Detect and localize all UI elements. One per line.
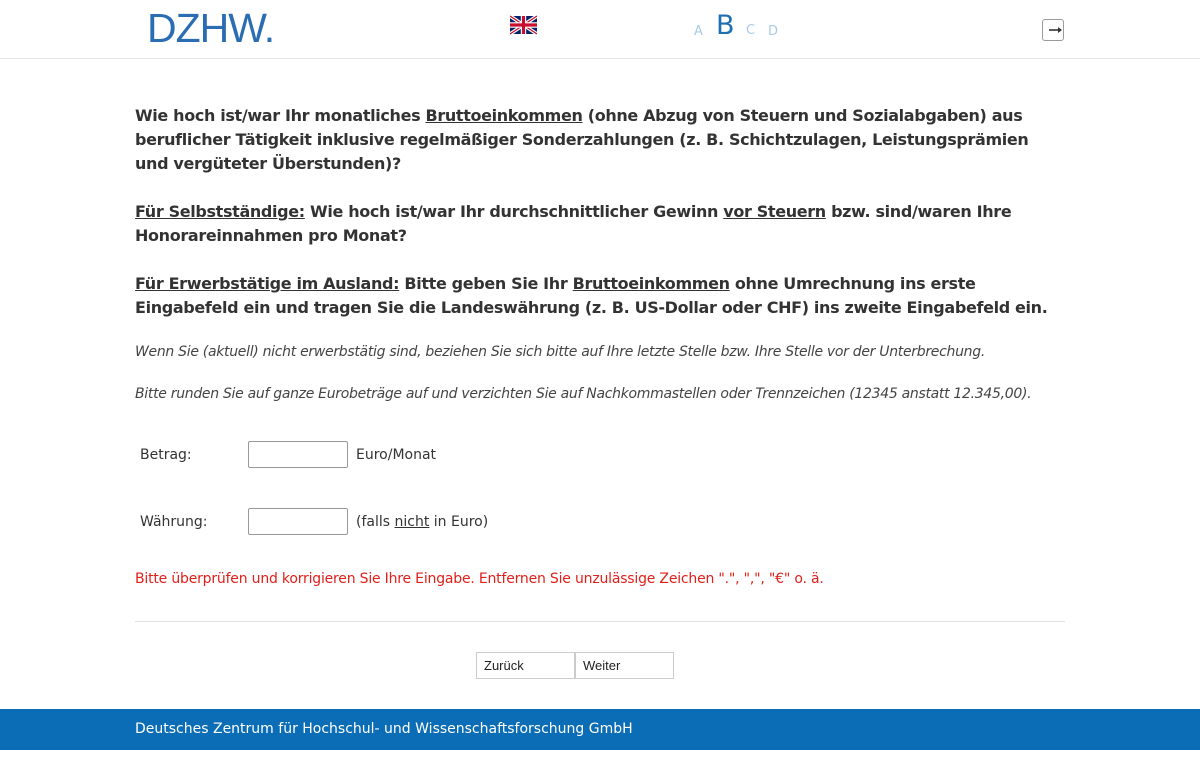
currency-unit: (falls nicht in Euro) — [356, 514, 489, 530]
amount-input[interactable] — [248, 441, 348, 468]
page-header: DZHW. A B C D — [0, 0, 1200, 59]
underlined-term: Bruttoeinkommen — [425, 106, 583, 125]
progress-step-d: D — [768, 24, 779, 39]
question-block: Wie hoch ist/war Ihr monatliches Bruttoe… — [135, 104, 1065, 404]
amount-row: Betrag: Euro/Monat — [140, 441, 540, 469]
question-self-employed: Für Selbstständige: Wie hoch ist/war Ihr… — [135, 202, 1012, 245]
progress-step-c: C — [746, 23, 756, 38]
validation-error-message: Bitte überprüfen und korrigieren Sie Ihr… — [135, 571, 824, 587]
currency-row: Währung: (falls nicht in Euro) — [140, 508, 540, 536]
divider — [135, 621, 1065, 622]
currency-label: Währung: — [140, 514, 208, 530]
footer-text: Deutsches Zentrum für Hochschul- und Wis… — [135, 721, 633, 737]
progress-step-b-current: B — [716, 10, 735, 41]
progress-step-a: A — [694, 24, 703, 39]
logout-icon — [1049, 27, 1062, 33]
note-not-employed: Wenn Sie (aktuell) nicht erwerbstätig si… — [135, 344, 985, 360]
back-button[interactable]: Zurück — [476, 652, 575, 679]
uk-flag-icon[interactable] — [510, 15, 537, 35]
question-abroad: Für Erwerbstätige im Ausland: Bitte gebe… — [135, 274, 1048, 317]
amount-label: Betrag: — [140, 447, 192, 463]
note-rounding: Bitte runden Sie auf ganze Eurobeträge a… — [135, 386, 1032, 402]
question-main: Wie hoch ist/war Ihr monatliches Bruttoe… — [135, 106, 1029, 173]
logout-button[interactable] — [1042, 19, 1064, 41]
page-footer: Deutsches Zentrum für Hochschul- und Wis… — [0, 709, 1200, 750]
dzhw-logo[interactable]: DZHW. — [147, 8, 275, 49]
currency-input[interactable] — [248, 508, 348, 535]
next-button[interactable]: Weiter — [575, 652, 674, 679]
amount-unit: Euro/Monat — [356, 447, 437, 463]
